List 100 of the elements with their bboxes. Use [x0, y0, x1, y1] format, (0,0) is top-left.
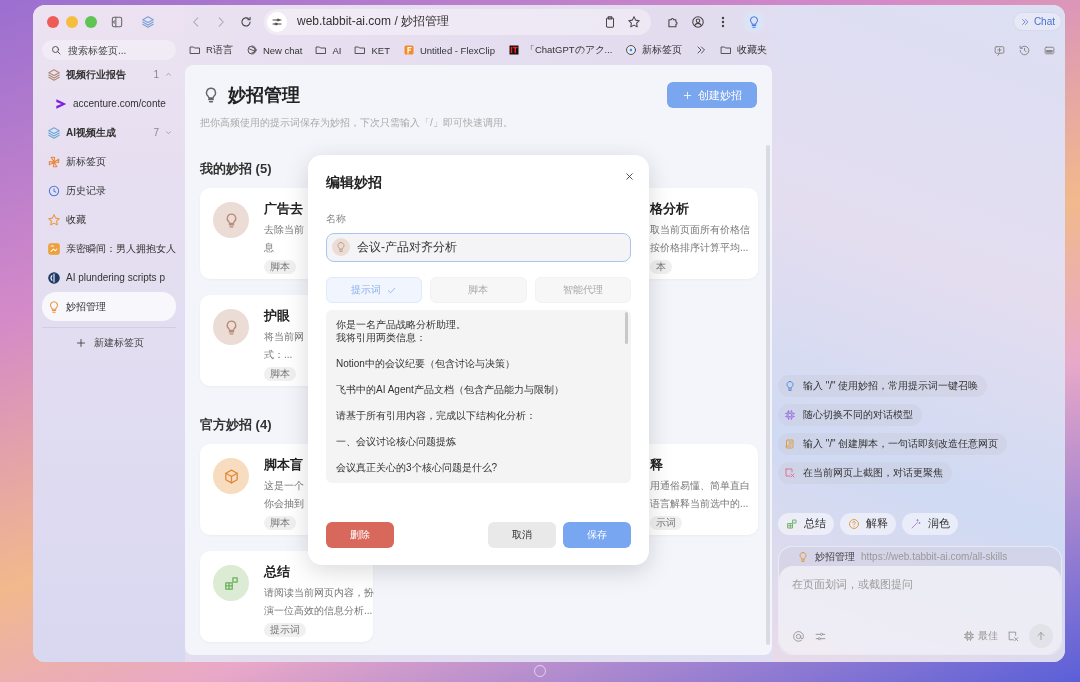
- sidebar-item[interactable]: 妙招管理: [42, 292, 176, 321]
- history-icon[interactable]: [1018, 43, 1031, 57]
- close-icon[interactable]: [624, 171, 635, 182]
- bulb-icon: [47, 299, 61, 314]
- chat-button[interactable]: Chat: [1012, 12, 1062, 31]
- skill-card[interactable]: 总结 请阅读当前网页内容，扮 演一位高效的信息分析... 提示词: [200, 551, 373, 642]
- quick-action[interactable]: 总结: [778, 513, 834, 535]
- message-field[interactable]: 在页面划词，或截图提问: [792, 574, 1053, 594]
- search-icon: [50, 44, 62, 56]
- chrome-icon: [625, 44, 638, 56]
- bookmark[interactable]: R语言: [189, 43, 233, 57]
- star-icon[interactable]: [627, 14, 641, 29]
- bulb-icon: [747, 14, 761, 29]
- card-description: 将当前网: [264, 330, 304, 344]
- new-chat-icon[interactable]: [993, 43, 1006, 57]
- tab-count: 1: [153, 69, 159, 80]
- sidebar-item[interactable]: AI视频生成 7: [42, 118, 176, 147]
- card-description: 演一位高效的信息分析...: [264, 604, 373, 618]
- layers-icon: [47, 67, 61, 82]
- sidebar-item[interactable]: 历史记录: [42, 176, 176, 205]
- name-field[interactable]: 会议-产品对齐分析: [326, 233, 631, 262]
- box-icon: [213, 458, 249, 494]
- context-url: https://web.tabbit-ai.com/all-skills: [861, 551, 1008, 562]
- screenshot-icon: [784, 467, 796, 479]
- mention-icon[interactable]: [792, 629, 805, 643]
- maximize-button[interactable]: [85, 15, 97, 28]
- item-label: AI plundering scripts p: [66, 272, 165, 283]
- close-button[interactable]: [47, 15, 59, 28]
- layers-icon[interactable]: [141, 14, 155, 29]
- item-label: accenture.com/conte: [73, 98, 166, 109]
- image-icon: [47, 241, 61, 256]
- context-title: 妙招管理: [815, 549, 855, 564]
- suggestion-chip[interactable]: 输入 "/" 创建脚本，一句话即刻改造任意网页: [778, 433, 1008, 455]
- bookmark[interactable]: KET: [354, 44, 390, 56]
- clipboard-icon[interactable]: [603, 14, 617, 29]
- prompt-field[interactable]: 你是一名产品战略分析助理。 我将引用两类信息： Notion中的会议纪要（包含讨论与决策） 飞书中的AI Agent产品文档（包含产品能力与限制） 请基于所有引用内容，完成以下结构化分析： 一、会议讨论核心问题提炼 会议真正关心的3个核心问题是什么?: [326, 310, 631, 483]
- bookmark-folder[interactable]: 收藏夹: [720, 43, 768, 57]
- item-label: 历史记录: [66, 183, 106, 198]
- type-tag: 示词: [650, 516, 682, 530]
- logo-icon: [245, 44, 258, 56]
- item-label: 亲密瞬间：男人拥抱女人: [66, 241, 176, 256]
- url-text: web.tabbit-ai.com / 妙招管理: [297, 13, 451, 30]
- item-label: 收藏: [66, 212, 86, 227]
- prompt-line: 飞书中的AI Agent产品文档（包含产品能力与限制）: [336, 383, 564, 396]
- card-description: 取当前页面所有价格信: [650, 223, 750, 237]
- bookmark[interactable]: Untitled - FlexClip: [402, 44, 495, 56]
- reload-icon[interactable]: [239, 14, 253, 29]
- bookmark[interactable]: 新标签页: [625, 43, 683, 57]
- quick-action[interactable]: 润色: [902, 513, 958, 535]
- quick-action[interactable]: 解释: [840, 513, 896, 535]
- grid-icon: [213, 565, 249, 601]
- item-label: 新标签页: [66, 154, 106, 169]
- grid-icon: [786, 518, 798, 530]
- sidebar-item[interactable]: accenture.com/conte: [42, 89, 176, 118]
- screenshot-icon[interactable]: [1007, 629, 1020, 643]
- folder-icon: [720, 44, 733, 56]
- chip-icon: [963, 630, 975, 642]
- sidebar-item[interactable]: 收藏: [42, 205, 176, 234]
- type-tag: 脚本: [264, 260, 296, 274]
- folder-icon: [189, 44, 201, 56]
- logo-icon: [507, 44, 520, 56]
- cancel-button[interactable]: 取消: [488, 522, 556, 548]
- sidebar-item[interactable]: 亲密瞬间：男人拥抱女人: [42, 234, 176, 263]
- sidebar-item[interactable]: 视频行业报告 1: [42, 60, 176, 89]
- layers-icon: [47, 125, 61, 140]
- address-bar[interactable]: web.tabbit-ai.com / 妙招管理: [264, 8, 651, 35]
- card-description: 用通俗易懂、简单直白: [650, 479, 750, 493]
- item-label: 视频行业报告: [66, 67, 126, 82]
- new-tab-button[interactable]: 新建标签页: [42, 328, 176, 358]
- card-title: 脚本盲: [264, 456, 303, 474]
- sidebar-toggle-icon[interactable]: [110, 14, 124, 29]
- minimize-button[interactable]: [66, 15, 78, 28]
- card-title: 释: [650, 456, 663, 474]
- profile-icon[interactable]: [691, 14, 705, 29]
- suggestion-chip[interactable]: 随心切换不同的对话模型: [778, 404, 922, 426]
- item-label: AI视频生成: [66, 125, 116, 140]
- logo-icon: [47, 270, 61, 285]
- chevron-icon[interactable]: [164, 70, 173, 79]
- bookmark[interactable]: 「ChatGPTのアク...: [507, 43, 613, 57]
- logo-icon: [402, 44, 415, 56]
- question-icon: [848, 518, 860, 530]
- card-description: 语言解释当前选中的...: [650, 497, 749, 511]
- suggestion-chip[interactable]: 在当前网页上截图，对话更聚焦: [778, 462, 952, 484]
- arrow-up-icon: [1035, 630, 1047, 642]
- bookmark[interactable]: New chat: [245, 44, 303, 56]
- overflow-icon[interactable]: [695, 44, 708, 56]
- card-title: 护眼: [264, 307, 290, 325]
- suggestion-chip[interactable]: 输入 "/" 使用妙招，常用提示词一键召唤: [778, 375, 988, 397]
- chevron-icon[interactable]: [164, 128, 173, 137]
- page-title: 妙招管理: [228, 84, 300, 107]
- sidebar-item[interactable]: AI plundering scripts p: [42, 263, 176, 292]
- section-heading: 我的妙招 (5): [200, 160, 272, 178]
- collapse-icon: [1019, 16, 1030, 27]
- site-info-icon[interactable]: [267, 11, 287, 32]
- bulb-button[interactable]: [743, 10, 765, 33]
- item-label: 妙招管理: [66, 299, 106, 314]
- send-button[interactable]: [1029, 624, 1053, 648]
- card-description: 去除当前: [264, 223, 304, 237]
- sidebar-item[interactable]: 新标签页: [42, 147, 176, 176]
- bookmark[interactable]: AI: [315, 44, 342, 56]
